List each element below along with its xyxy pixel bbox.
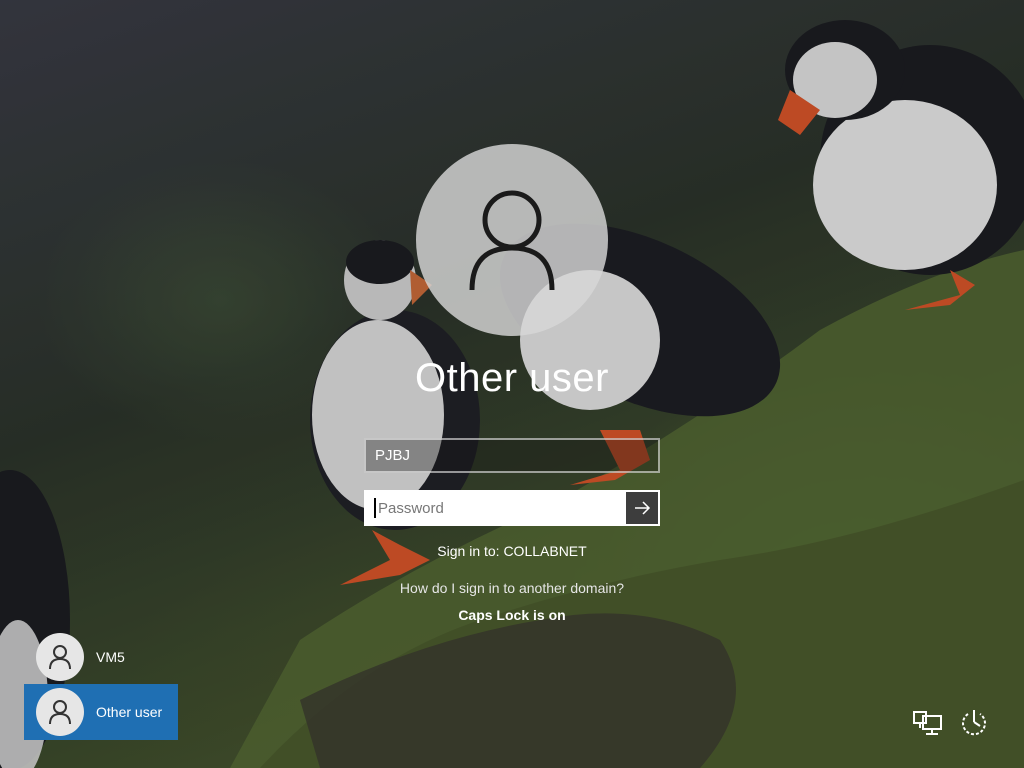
user-item-vm5[interactable]: VM5 [24, 629, 178, 685]
sign-in-domain-text: Sign in to: COLLABNET [437, 543, 587, 559]
user-icon [49, 700, 71, 725]
password-field[interactable] [374, 498, 626, 518]
power-icon [962, 710, 986, 736]
arrow-right-icon [635, 501, 651, 515]
user-icon [469, 190, 555, 291]
caps-lock-warning: Caps Lock is on [458, 607, 566, 623]
user-item-label: VM5 [96, 649, 125, 665]
power-button[interactable] [958, 706, 990, 738]
avatar [36, 688, 84, 736]
user-item-other-user[interactable]: Other user [24, 684, 178, 740]
user-icon [49, 645, 71, 670]
password-box [364, 490, 660, 526]
user-avatar-large [416, 144, 608, 336]
other-domain-link[interactable]: How do I sign in to another domain? [312, 580, 712, 596]
network-icon [913, 711, 942, 735]
username-field[interactable] [364, 438, 660, 473]
user-item-label: Other user [96, 704, 163, 720]
avatar [36, 633, 84, 681]
user-title: Other user [415, 356, 609, 400]
submit-button[interactable] [626, 492, 658, 524]
network-button[interactable] [912, 706, 944, 738]
lock-screen: Other user Sign in to: COLLABNET How do … [0, 0, 1024, 768]
